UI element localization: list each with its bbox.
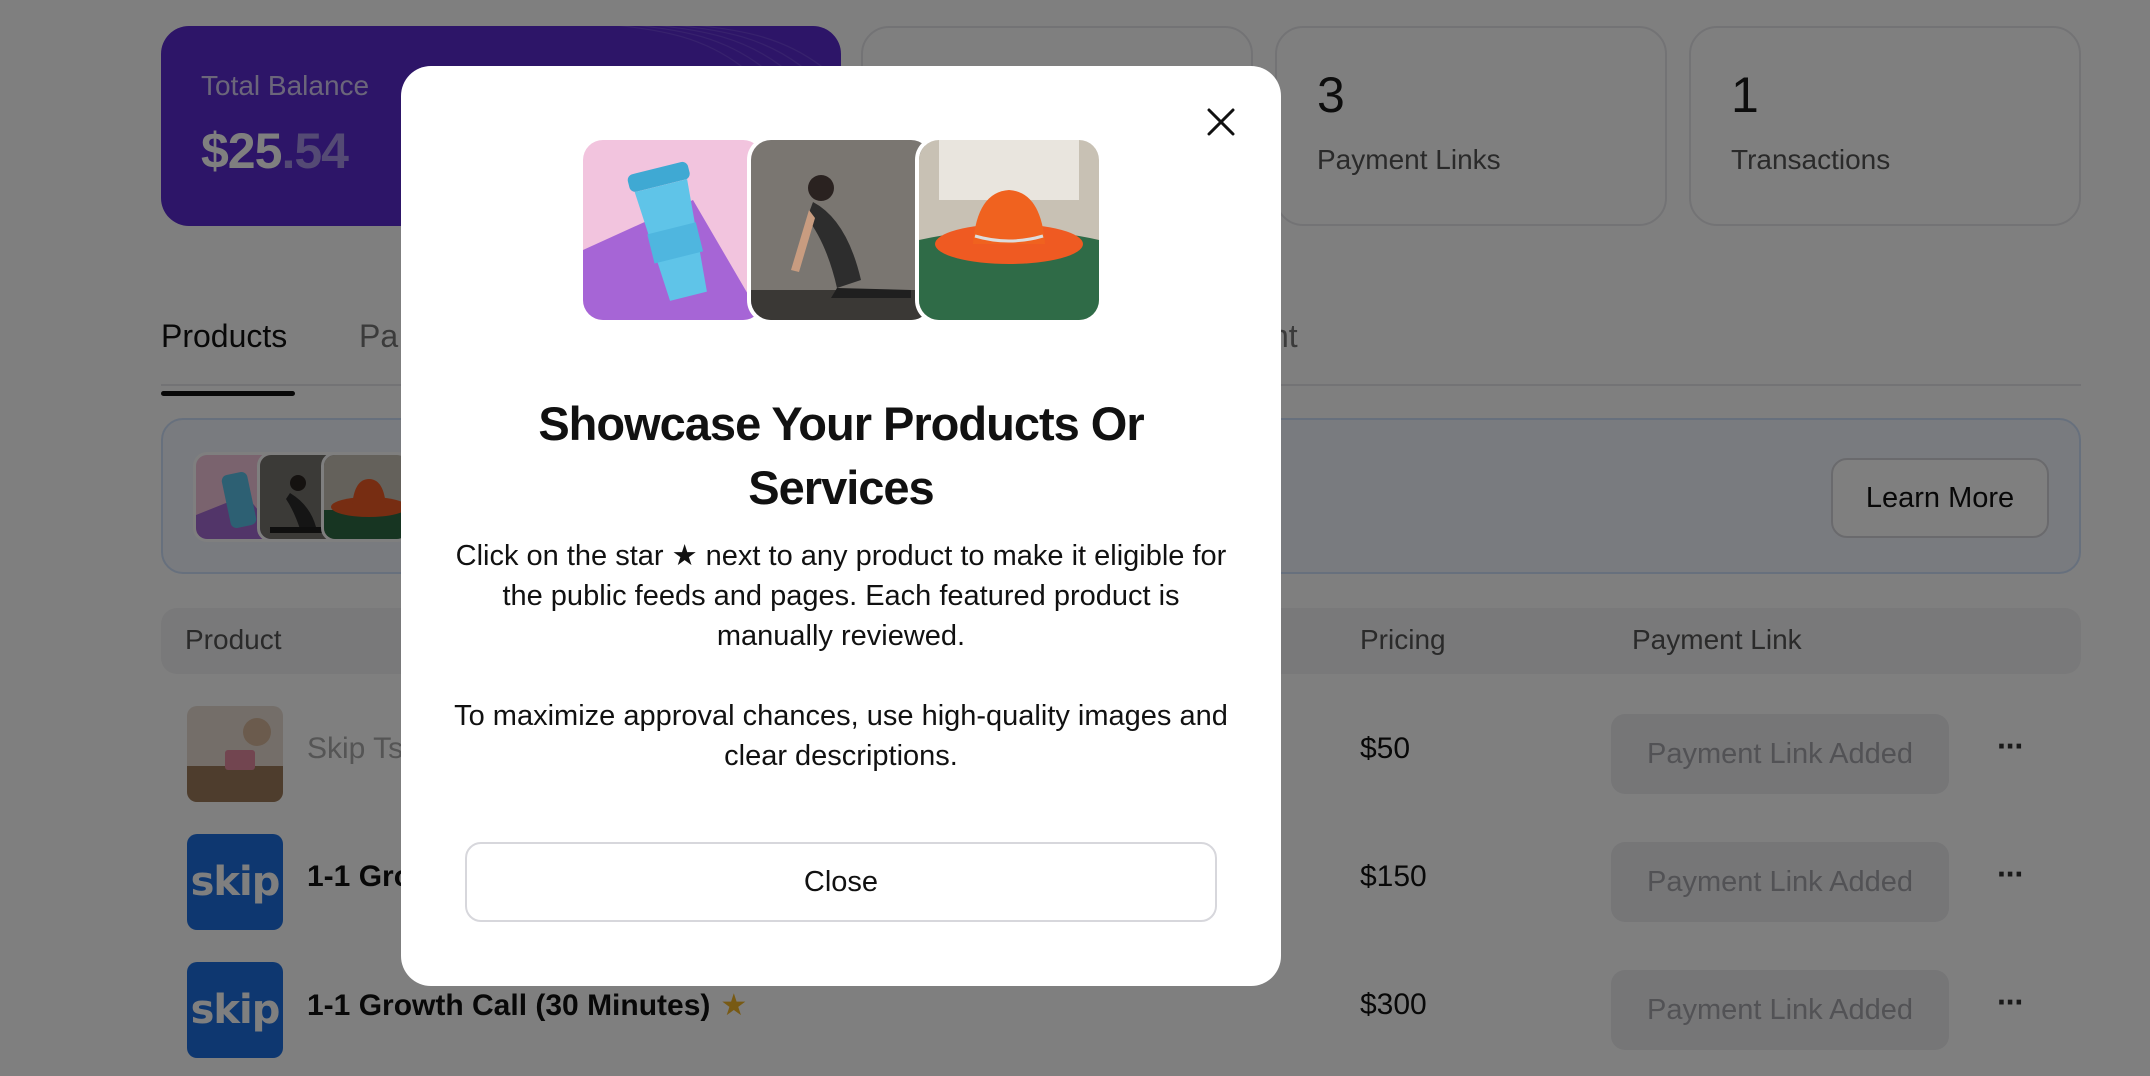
modal-description: Click on the star ★ next to any product …	[451, 536, 1231, 776]
close-icon[interactable]	[1195, 96, 1247, 148]
coffee-cup-image	[579, 136, 767, 324]
orange-hat-image	[915, 136, 1103, 324]
close-button[interactable]: Close	[465, 842, 1217, 922]
yoga-woman-image	[747, 136, 935, 324]
modal-title: Showcase Your Products Or Services	[538, 397, 1144, 514]
modal-paragraph-2: To maximize approval chances, use high-q…	[454, 700, 1228, 772]
showcase-modal: Showcase Your Products Or Services Click…	[401, 66, 1281, 986]
modal-paragraph-1: Click on the star ★ next to any product …	[455, 540, 1227, 652]
product-image-collage	[579, 136, 1103, 324]
